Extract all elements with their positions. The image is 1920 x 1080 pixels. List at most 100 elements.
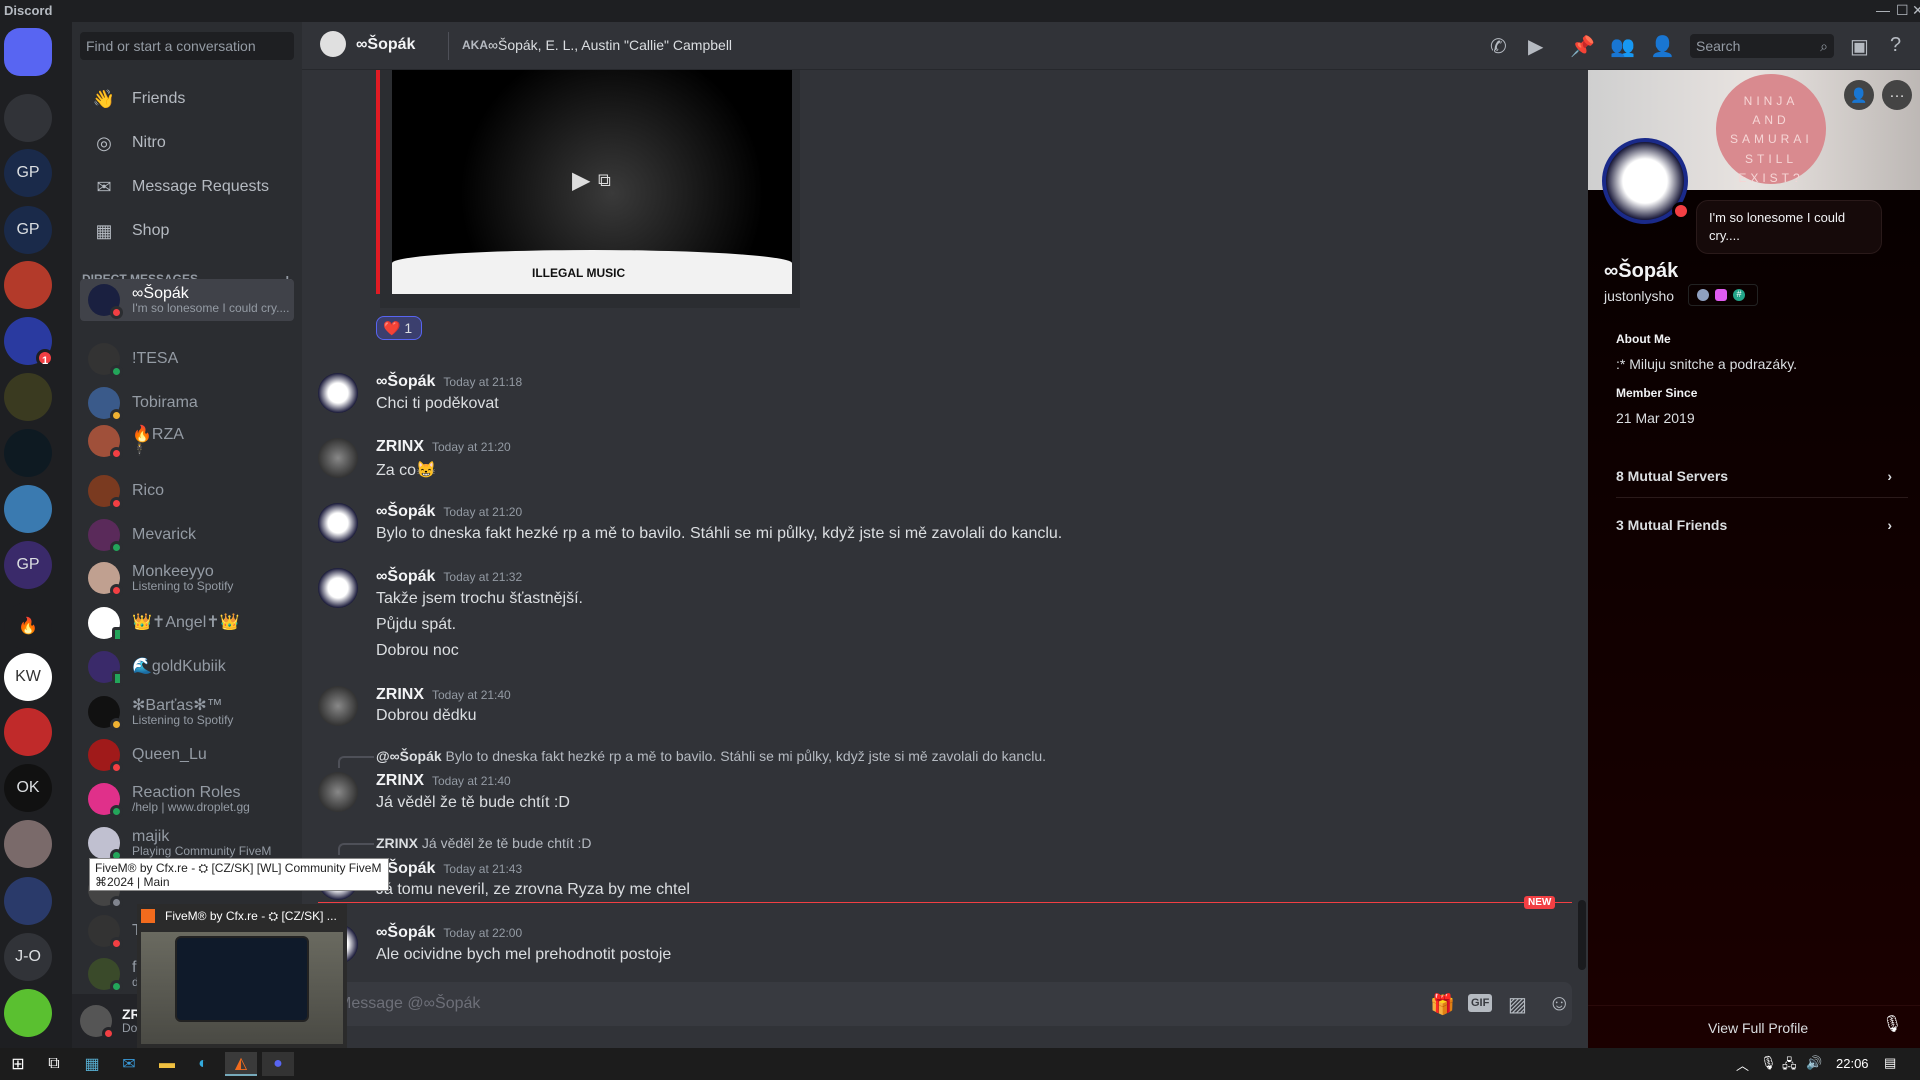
dm-item[interactable]: Queen_Lu [80, 734, 294, 776]
dm-item[interactable]: Monkeeyyo Listening to Spotify [80, 557, 294, 599]
tray-mic-icon[interactable]: 🎙 [1760, 1055, 1777, 1071]
server-icon[interactable] [4, 877, 52, 925]
dm-item[interactable]: Reaction Roles/help | www.droplet.gg [80, 778, 294, 820]
clock[interactable]: 22:06 [1836, 1056, 1869, 1071]
video-call-icon[interactable]: ▶ [1528, 34, 1543, 59]
gif-button[interactable]: GIF [1468, 994, 1493, 1012]
message-avatar[interactable] [318, 503, 358, 543]
mutual-servers-button[interactable]: 8 Mutual Servers › [1616, 468, 1892, 484]
pin-icon[interactable]: 📌 [1570, 34, 1595, 59]
user-avatar[interactable] [80, 1005, 115, 1040]
server-icon[interactable] [4, 485, 52, 533]
hashtag-badge-icon[interactable]: # [1733, 289, 1745, 301]
fivem-taskbar-icon[interactable]: ◭ [225, 1052, 257, 1076]
message-composer[interactable]: + Message @∞Šopák 🎁 GIF ▨ ☺ [302, 982, 1572, 1026]
server-icon[interactable]: OK [4, 764, 52, 812]
message-avatar[interactable] [318, 772, 358, 812]
message-author[interactable]: ∞Šopák [376, 568, 435, 585]
search-input[interactable]: Search ⌕ [1690, 34, 1834, 58]
server-icon[interactable] [4, 261, 52, 309]
network-icon[interactable]: 🖧 [1782, 1055, 1797, 1077]
discord-logo-icon[interactable] [4, 28, 52, 76]
server-icon[interactable] [4, 820, 52, 868]
open-external-icon[interactable]: ⧉ [598, 170, 611, 191]
dm-item[interactable]: !TESA [80, 338, 294, 380]
message-avatar[interactable] [318, 438, 358, 478]
video-thumbnail[interactable]: ILLEGAL MUSIC ▶ ⧉ [392, 70, 792, 294]
message-avatar[interactable] [318, 686, 358, 726]
file-explorer-icon[interactable]: ▬ [151, 1052, 183, 1076]
scrollbar[interactable] [1578, 900, 1586, 970]
folder-icon[interactable] [4, 94, 52, 142]
server-icon[interactable] [4, 429, 52, 477]
server-icon[interactable]: GP [4, 149, 52, 197]
server-icon[interactable] [4, 989, 52, 1037]
message-avatar[interactable] [318, 568, 358, 608]
gift-icon[interactable]: 🎁 [1430, 992, 1455, 1017]
more-options-icon[interactable]: … [1882, 80, 1912, 110]
message-author[interactable]: ZRINX [376, 686, 424, 703]
message-input[interactable]: Message @∞Šopák [336, 995, 480, 1013]
message-author[interactable]: ∞Šopák [376, 373, 435, 390]
volume-icon[interactable]: 🔊 [1806, 1055, 1822, 1071]
maximize-button[interactable]: ☐ [1896, 2, 1909, 19]
new-badge: NEW [1524, 896, 1556, 909]
add-friend-icon[interactable]: 👤 [1844, 80, 1874, 110]
dm-item[interactable]: Mevarick [80, 514, 294, 556]
dm-item[interactable]: Tobirama [80, 382, 294, 424]
server-icon[interactable]: J-O [4, 933, 52, 981]
microphone-icon[interactable]: 🎙 [1882, 1014, 1902, 1034]
play-icon[interactable]: ▶ [572, 166, 590, 195]
message-author[interactable]: ∞Šopák [376, 503, 435, 520]
emoji-icon[interactable]: ☺ [1548, 990, 1570, 1016]
nitro-badge-icon[interactable] [1697, 289, 1709, 301]
taskbar-thumbnail-preview[interactable]: FiveM® by Cfx.re - ⛭ [CZ/SK] ... [137, 904, 347, 1048]
message-author[interactable]: ∞Šopák [376, 924, 435, 941]
server-icon[interactable]: GP [4, 541, 52, 589]
voice-call-icon[interactable]: ✆ [1490, 34, 1507, 59]
server-icon[interactable] [4, 708, 52, 756]
nav-friends[interactable]: 👋 Friends [80, 79, 294, 119]
message-avatar[interactable] [318, 373, 358, 413]
server-icon[interactable] [4, 373, 52, 421]
boost-badge-icon[interactable] [1715, 289, 1727, 301]
server-icon[interactable]: 🔥 [4, 602, 52, 650]
notifications-icon[interactable]: ▤ [1884, 1055, 1896, 1071]
discord-taskbar-icon[interactable]: ● [262, 1052, 294, 1076]
profile-avatar[interactable] [1602, 138, 1690, 224]
start-icon[interactable]: ⊞ [2, 1052, 34, 1076]
mutual-friends-button[interactable]: 3 Mutual Friends › [1616, 517, 1892, 533]
store-icon[interactable]: ▦ [76, 1052, 108, 1076]
message-author[interactable]: ZRINX [376, 438, 424, 455]
nav-shop[interactable]: ▦ Shop [80, 211, 294, 251]
minimize-button[interactable]: — [1876, 2, 1890, 18]
nav-message-requests[interactable]: ✉ Message Requests [80, 167, 294, 207]
edge-icon[interactable]: ◐ [187, 1052, 219, 1076]
tray-chevron-icon[interactable]: ︿ [1736, 1055, 1749, 1074]
find-conversation-input[interactable]: Find or start a conversation [80, 32, 294, 60]
dm-item[interactable]: Rico [80, 470, 294, 512]
task-view-icon[interactable]: ⧉ [38, 1052, 70, 1076]
add-friend-icon[interactable]: 👥 [1610, 34, 1635, 59]
close-button[interactable]: ✕ [1912, 2, 1920, 19]
sticker-icon[interactable]: ▨ [1508, 992, 1527, 1017]
user-profile-toggle-icon[interactable]: 👤 [1650, 34, 1675, 59]
reply-preview[interactable]: ZRINX Já věděl že tě bude chtít :D [376, 835, 592, 851]
reply-preview[interactable]: @∞Šopák Bylo to dneska fakt hezké rp a m… [376, 748, 1046, 764]
inbox-icon[interactable]: ▣ [1850, 34, 1869, 59]
reaction-heart[interactable]: ❤️ 1 [376, 316, 422, 340]
server-icon[interactable]: KW [4, 653, 52, 701]
dm-item[interactable]: 👑✝Angel✝👑 [80, 602, 294, 644]
view-full-profile-button[interactable]: View Full Profile [1708, 1020, 1808, 1036]
mail-icon[interactable]: ✉ [113, 1052, 145, 1076]
server-icon[interactable]: GP [4, 206, 52, 254]
dm-item[interactable]: ✻Barťas✻™ Listening to Spotify [80, 691, 294, 733]
dm-item[interactable]: ∞Šopák I'm so lonesome I could cry.... [80, 279, 294, 321]
aka-names[interactable]: ∞Šopák, E. L., Austin "Callie" Campbell [488, 37, 732, 53]
tooltip: FiveM® by Cfx.re - ⛭ [CZ/SK] [WL] Commun… [89, 858, 389, 891]
dm-item[interactable]: 🔥RZA 🕴 [80, 420, 294, 462]
message-author[interactable]: ZRINX [376, 772, 424, 789]
nav-nitro[interactable]: ◎ Nitro [80, 123, 294, 163]
dm-item[interactable]: 🌊goldKubiik [80, 646, 294, 688]
help-icon[interactable]: ? [1890, 34, 1901, 57]
